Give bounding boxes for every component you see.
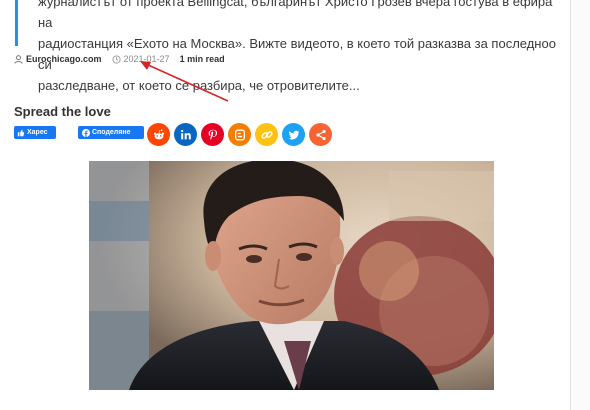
facebook-share-button[interactable]: Споделяне (78, 126, 144, 139)
reddit-icon (153, 128, 164, 139)
spread-title: Spread the love (14, 104, 111, 119)
pinterest-share-button[interactable] (201, 123, 224, 146)
more-share-button[interactable] (309, 123, 332, 146)
article-excerpt: журналистът от проекта Bellingcat, бълга… (15, 0, 558, 93)
excerpt-text: журналистът от проекта Bellingcat, бълга… (38, 0, 563, 96)
post-meta: Eurochicago.com 2021-01-27 1 min read (14, 52, 225, 66)
read-time: 1 min read (179, 54, 225, 64)
article-photo (89, 161, 494, 390)
share-label: Споделяне (92, 129, 131, 136)
excerpt-line: журналистът от проекта Bellingcat, бълга… (38, 0, 553, 30)
link-icon (260, 130, 273, 139)
blogger-share-button[interactable] (228, 123, 251, 146)
excerpt-line: разследване, от което се разбира, че отр… (38, 78, 360, 93)
user-icon (14, 54, 23, 64)
like-label: Харес (27, 129, 48, 136)
pinterest-icon (208, 129, 217, 140)
twitter-icon (288, 130, 299, 139)
copy-link-share-button[interactable] (255, 123, 278, 146)
author-link[interactable]: Eurochicago.com (26, 54, 102, 64)
clock-icon (111, 54, 121, 64)
facebook-icon (82, 128, 90, 137)
post-date: 2021-01-27 (123, 54, 170, 64)
twitter-share-button[interactable] (282, 123, 305, 146)
blogger-icon (234, 129, 245, 140)
linkedin-share-button[interactable] (174, 123, 197, 146)
page-gutter (571, 0, 590, 410)
thumbs-up-icon (17, 129, 25, 136)
facebook-like-button[interactable]: Харес (14, 126, 56, 139)
linkedin-icon (180, 129, 191, 139)
share-icon (315, 129, 326, 140)
reddit-share-button[interactable] (147, 123, 170, 146)
